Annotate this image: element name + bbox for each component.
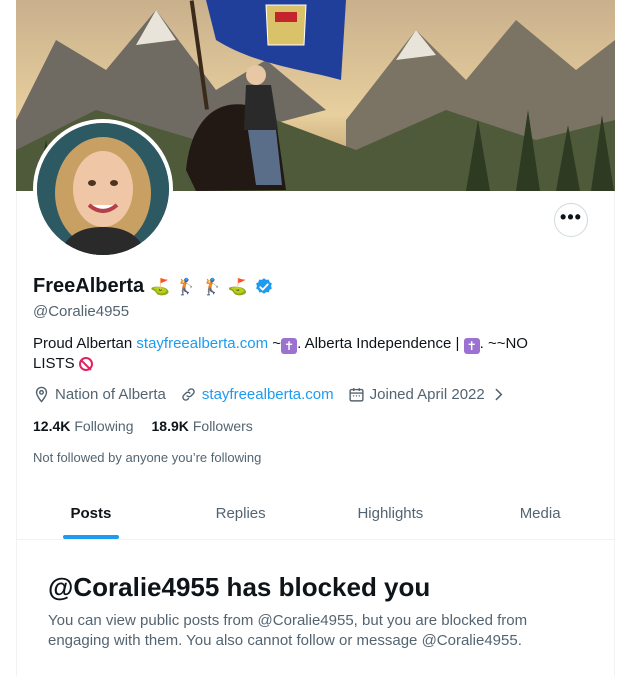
not-followed-notice: Not followed by anyone you’re following [33, 450, 262, 465]
bio-text: Proud Albertan [33, 335, 137, 352]
link-icon [182, 388, 195, 401]
location-text: Nation of Alberta [55, 386, 166, 403]
blocked-description: You can view public posts from @Coralie4… [48, 612, 528, 649]
tab-replies[interactable]: Replies [166, 487, 316, 539]
bio-link[interactable]: stayfreealberta.com [136, 335, 268, 352]
following-count: 12.4K [33, 418, 71, 434]
active-tab-indicator [62, 535, 119, 539]
prohibited-icon [78, 357, 93, 371]
followers-label: Followers [192, 418, 253, 434]
profile-tabs: Posts Replies Highlights Media [16, 487, 615, 540]
tab-label: Posts [70, 504, 112, 522]
display-name: FreeAlberta [33, 275, 145, 297]
golfer-emoji: 🏌 [202, 277, 222, 296]
profile-avatar[interactable] [33, 119, 173, 259]
more-icon: ••• [560, 207, 582, 227]
joined-item[interactable]: Joined April 2022 [348, 386, 507, 403]
tab-label: Highlights [357, 504, 424, 522]
avatar-image [37, 123, 169, 255]
profile-name-row: FreeAlberta ⛳ 🏌 🏌 ⛳ [33, 275, 274, 298]
tab-media[interactable]: Media [465, 487, 615, 539]
profile-bio: Proud Albertan stayfreealberta.com ~ ✝. A… [33, 334, 573, 374]
blocked-title: @Coralie4955 has blocked you [48, 572, 431, 602]
location-item: Nation of Alberta [33, 386, 166, 403]
follow-stats: 12.4K Following 18.9K Followers [33, 418, 253, 434]
chevron-right-icon [495, 388, 503, 401]
bio-text: ~ [268, 335, 282, 352]
latin-cross-icon: ✝ [281, 338, 298, 354]
golf-flag-emoji: ⛳ [150, 277, 171, 296]
golf-flag-emoji: ⛳ [227, 277, 248, 296]
tab-label: Media [519, 504, 561, 522]
more-options-button[interactable]: ••• [554, 203, 588, 237]
website-item: stayfreealberta.com [180, 386, 334, 403]
verified-badge-icon[interactable] [254, 277, 274, 297]
following-stat[interactable]: 12.4K Following [33, 418, 134, 434]
tab-posts[interactable]: Posts [16, 487, 166, 539]
calendar-icon [349, 388, 364, 402]
golfer-emoji: 🏌 [176, 277, 196, 296]
location-pin-icon [35, 386, 48, 403]
following-label: Following [74, 418, 134, 434]
tab-label: Replies [215, 504, 266, 522]
joined-text: Joined April 2022 [369, 386, 485, 403]
tab-highlights[interactable]: Highlights [316, 487, 466, 539]
latin-cross-icon: ✝ [463, 338, 480, 354]
followers-count: 18.9K [151, 418, 189, 434]
website-link[interactable]: stayfreealberta.com [202, 386, 334, 403]
profile-meta: Nation of Alberta stayfreealberta.com Jo… [33, 386, 521, 403]
followers-stat[interactable]: 18.9K Followers [152, 418, 253, 434]
profile-handle: @Coralie4955 [33, 303, 130, 320]
bio-text: . Alberta Independence | [297, 335, 460, 352]
